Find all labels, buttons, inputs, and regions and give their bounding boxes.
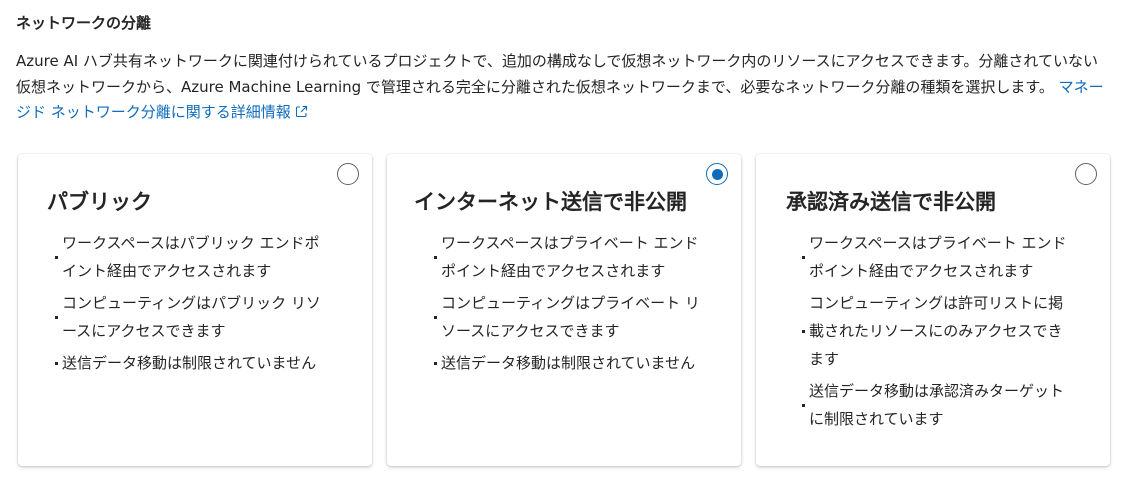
option-bullet-list: ワークスペースはプライベート エンドポイント経由でアクセスされます コンピューテ…: [441, 229, 701, 381]
bullet-icon: [802, 377, 805, 433]
radio-private-approved-outbound[interactable]: [1075, 163, 1097, 185]
option-bullet-list: ワークスペースはパブリック エンドポイント経由でアクセスされます コンピューティ…: [62, 229, 322, 381]
option-bullet: コンピューティングはプライベート リソースにアクセスできます: [441, 289, 701, 345]
option-bullet: ワークスペースはプライベート エンドポイント経由でアクセスされます: [809, 229, 1069, 285]
bullet-icon: [55, 349, 58, 377]
option-bullet: 送信データ移動は制限されていません: [62, 349, 322, 377]
radio-private-internet-outbound[interactable]: [706, 163, 728, 185]
option-bullet: ワークスペースはプライベート エンドポイント経由でアクセスされます: [441, 229, 701, 285]
bullet-icon: [55, 229, 58, 285]
radio-public[interactable]: [337, 163, 359, 185]
bullet-icon: [434, 229, 437, 285]
option-card-private-approved-outbound[interactable]: 承認済み送信で非公開 ワークスペースはプライベート エンドポイント経由でアクセス…: [756, 154, 1110, 466]
option-bullet-list: ワークスペースはプライベート エンドポイント経由でアクセスされます コンピューテ…: [809, 229, 1069, 437]
option-bullet: 送信データ移動は制限されていません: [441, 349, 701, 377]
option-card-private-internet-outbound[interactable]: インターネット送信で非公開 ワークスペースはプライベート エンドポイント経由でア…: [387, 154, 741, 466]
option-card-public[interactable]: パブリック ワークスペースはパブリック エンドポイント経由でアクセスされます コ…: [18, 154, 372, 466]
option-bullet: コンピューティングは許可リストに掲載されたリソースにのみアクセスできます: [809, 289, 1069, 373]
radio-selected-dot: [711, 168, 723, 180]
option-title: インターネット送信で非公開: [414, 190, 687, 214]
option-title: パブリック: [47, 190, 152, 214]
external-link-icon: [295, 105, 307, 118]
section-title: ネットワークの分離: [16, 14, 152, 32]
description-text: Azure AI ハブ共有ネットワークに関連付けられているプロジェクトで、追加の…: [16, 52, 1098, 96]
section-description: Azure AI ハブ共有ネットワークに関連付けられているプロジェクトで、追加の…: [16, 49, 1111, 126]
bullet-icon: [434, 289, 437, 345]
option-bullet: 送信データ移動は承認済みターゲットに制限されています: [809, 377, 1069, 433]
bullet-icon: [55, 289, 58, 345]
bullet-icon: [802, 289, 805, 373]
option-title: 承認済み送信で非公開: [786, 190, 996, 214]
bullet-icon: [802, 229, 805, 285]
option-bullet: ワークスペースはパブリック エンドポイント経由でアクセスされます: [62, 229, 322, 285]
bullet-icon: [434, 349, 437, 377]
option-bullet: コンピューティングはパブリック リソースにアクセスできます: [62, 289, 322, 345]
